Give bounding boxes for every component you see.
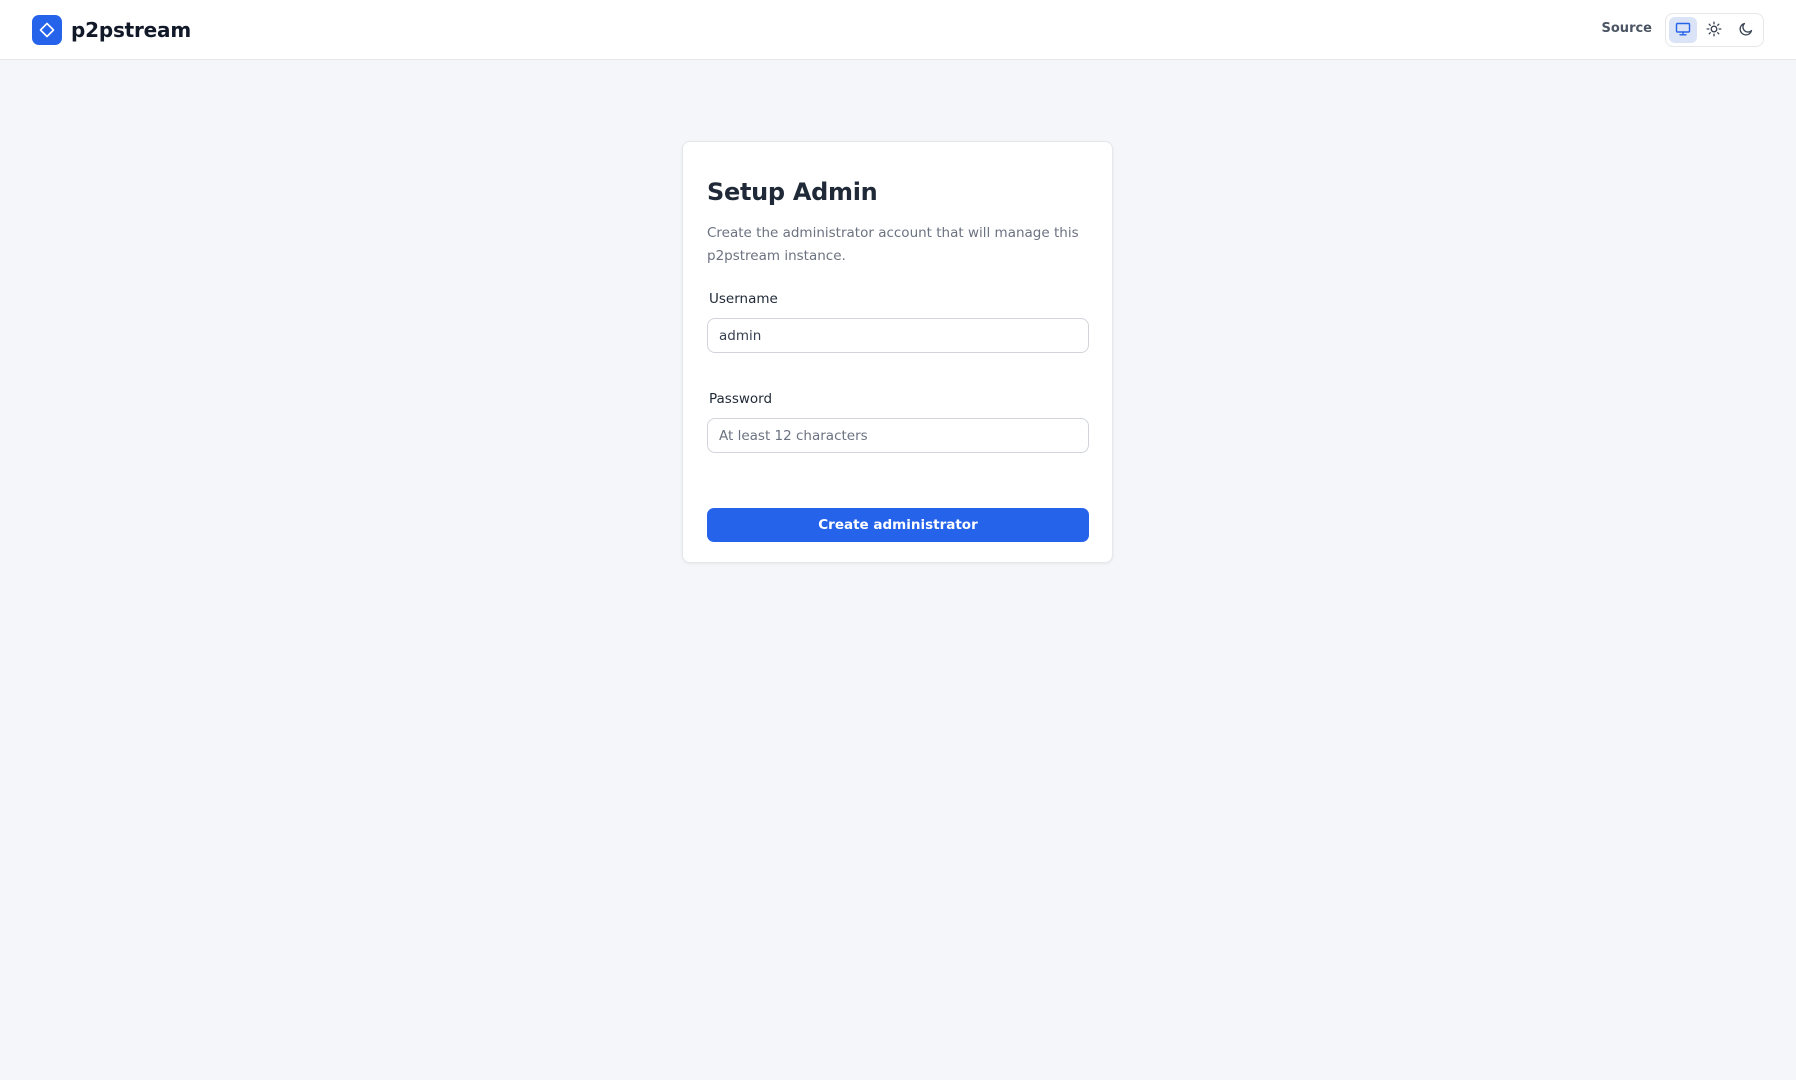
moon-icon	[1738, 21, 1754, 40]
setup-description: Create the administrator account that wi…	[707, 225, 1079, 264]
source-link[interactable]: Source	[1602, 21, 1652, 36]
setup-admin-card: Setup Admin Create the administrator acc…	[682, 141, 1113, 563]
page-title: Setup Admin	[707, 178, 878, 206]
brand-name: p2pstream	[71, 18, 191, 42]
password-input[interactable]	[707, 418, 1089, 453]
password-label: Password	[709, 391, 773, 407]
theme-system-button[interactable]	[1669, 17, 1698, 43]
top-navigation-bar: p2pstream Source	[0, 0, 1796, 60]
username-label: Username	[709, 291, 778, 307]
theme-light-button[interactable]	[1700, 17, 1728, 43]
monitor-icon	[1675, 21, 1691, 40]
username-input[interactable]	[707, 318, 1089, 353]
diamond-icon	[32, 15, 62, 45]
theme-dark-button[interactable]	[1732, 17, 1760, 43]
create-administrator-button[interactable]: Create administrator	[707, 508, 1089, 542]
brand-home-link[interactable]: p2pstream	[32, 14, 191, 46]
theme-switcher	[1665, 13, 1764, 47]
sun-icon	[1706, 21, 1722, 40]
